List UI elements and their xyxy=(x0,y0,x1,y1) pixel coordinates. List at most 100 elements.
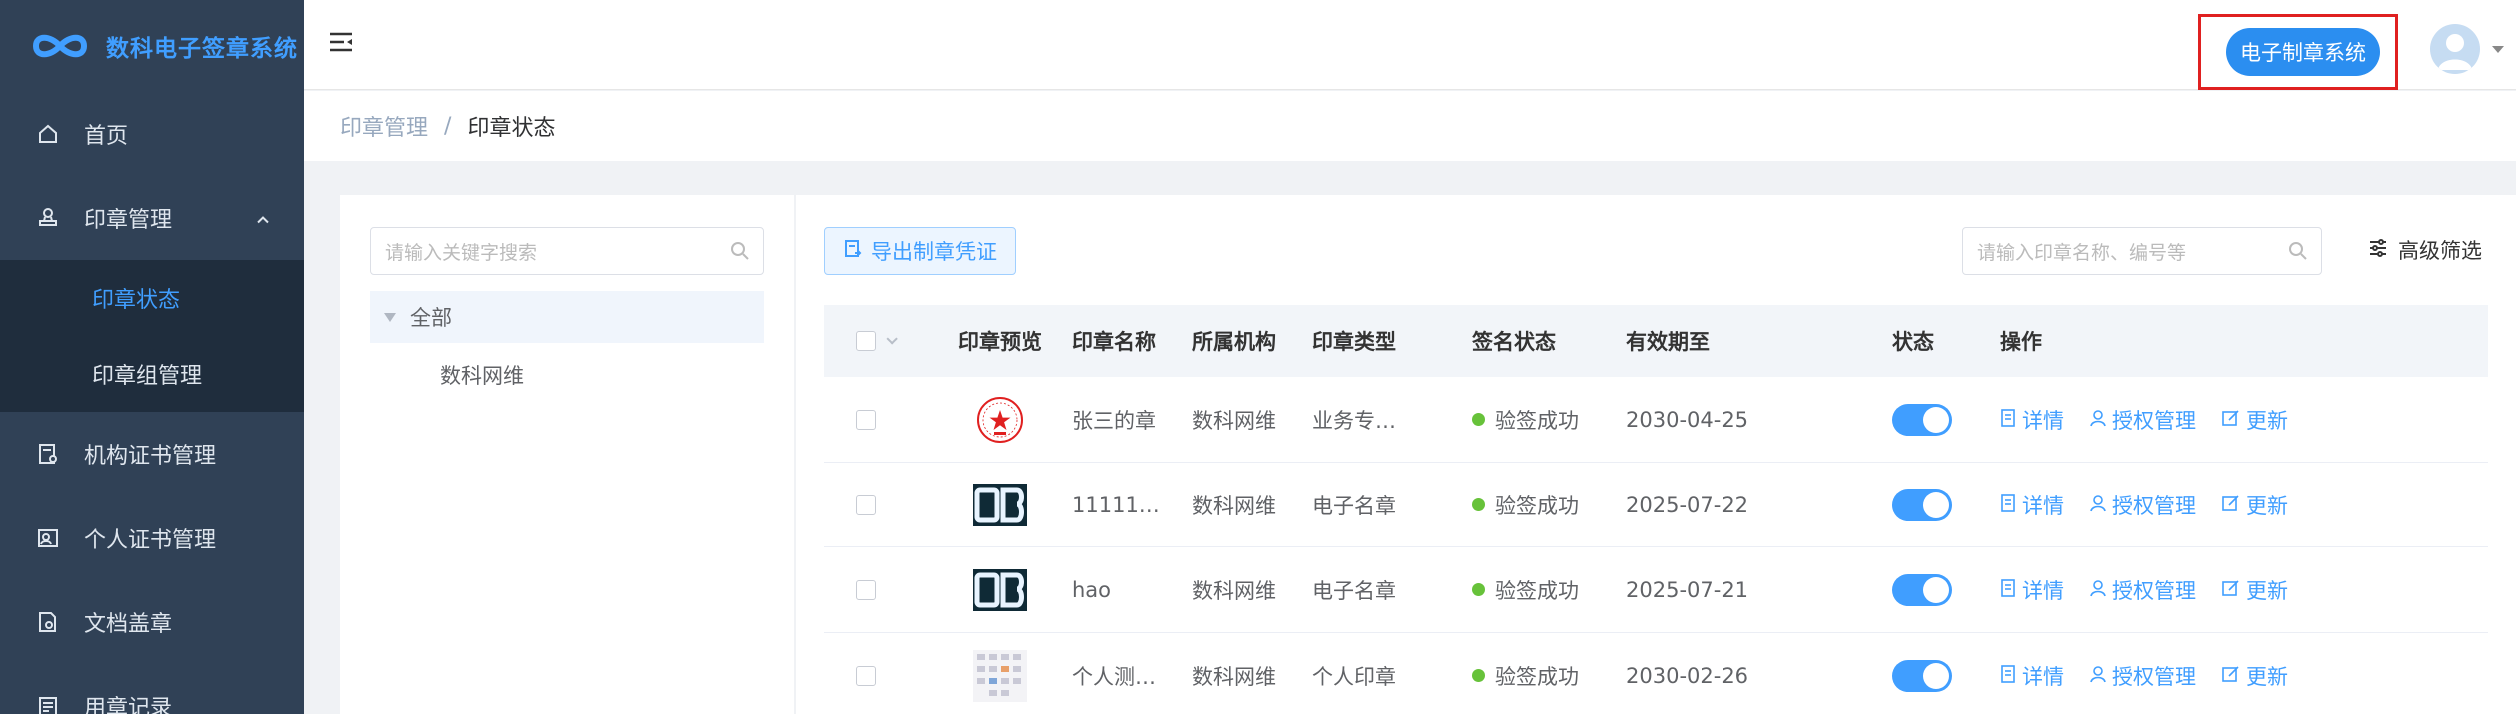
seal-preview[interactable] xyxy=(944,396,1056,444)
search-icon[interactable] xyxy=(729,240,751,267)
row-sign-label: 验签成功 xyxy=(1495,408,1579,433)
auth-link[interactable]: 授权管理 xyxy=(2090,575,2196,605)
row-checkbox[interactable] xyxy=(856,579,876,600)
detail-link[interactable]: 详情 xyxy=(2000,575,2064,605)
chevron-down-icon[interactable] xyxy=(886,333,898,345)
document-icon xyxy=(2000,664,2016,688)
row-checkbox[interactable] xyxy=(856,665,876,686)
sidebar-toggle-icon[interactable] xyxy=(328,30,358,60)
sidebar: 数科电子签章系统 首页 印章管理 印章状态 印章组管理 机构证书管理 个人证书管… xyxy=(0,0,304,714)
sidebar-item-person-cert[interactable]: 个人证书管理 xyxy=(0,496,304,580)
detail-label: 详情 xyxy=(2022,408,2064,433)
seal-preview[interactable] xyxy=(944,566,1056,614)
export-voucher-button[interactable]: 导出制章凭证 xyxy=(824,227,1016,275)
update-label: 更新 xyxy=(2246,664,2288,689)
sidebar-item-stamp-management[interactable]: 印章管理 xyxy=(0,176,304,260)
row-expiry: 2030-02-26 xyxy=(1626,663,1749,688)
sidebar-item-home[interactable]: 首页 xyxy=(0,92,304,176)
tree-node-root[interactable]: 全部 xyxy=(370,291,764,343)
update-link[interactable]: 更新 xyxy=(2222,661,2288,691)
update-label: 更新 xyxy=(2246,578,2288,603)
row-sign-label: 验签成功 xyxy=(1495,578,1579,603)
seal-preview[interactable] xyxy=(944,481,1056,529)
status-toggle[interactable] xyxy=(1892,573,1952,606)
search-icon[interactable] xyxy=(2287,240,2309,267)
sidebar-item-label: 首页 xyxy=(84,124,129,149)
stamp-search-input[interactable]: 请输入印章名称、编号等 xyxy=(1962,227,2322,275)
status-toggle[interactable] xyxy=(1892,488,1952,521)
row-sign-label: 验签成功 xyxy=(1495,493,1579,518)
avatar[interactable] xyxy=(2430,24,2480,74)
auth-link[interactable]: 授权管理 xyxy=(2090,490,2196,520)
auth-link[interactable]: 授权管理 xyxy=(2090,405,2196,435)
grid-seal-icon xyxy=(972,649,1028,702)
update-link[interactable]: 更新 xyxy=(2222,405,2288,435)
status-toggle[interactable] xyxy=(1892,659,1952,692)
round-red-seal-icon xyxy=(972,396,1028,444)
stamp-submenu: 印章状态 印章组管理 xyxy=(0,260,304,412)
top-header: 电子制章系统 xyxy=(304,0,2516,90)
tree-search-placeholder: 请输入关键字搜索 xyxy=(385,241,538,264)
status-dot xyxy=(1472,498,1485,511)
detail-link[interactable]: 详情 xyxy=(2000,490,2064,520)
sidebar-item-usage-record[interactable]: 用章记录 xyxy=(0,664,304,714)
person-cert-icon xyxy=(34,524,62,552)
table-row: hao 数科网维 电子名章 验签成功 2025-07-21 详情 授权管理 更新 xyxy=(824,547,2488,633)
detail-link[interactable]: 详情 xyxy=(2000,405,2064,435)
row-ops: 详情 授权管理 更新 xyxy=(1984,575,2488,605)
header-expiry: 有效期至 xyxy=(1626,330,1710,354)
update-link[interactable]: 更新 xyxy=(2222,575,2288,605)
filter-sliders-icon xyxy=(2368,238,2388,262)
seal-preview[interactable] xyxy=(944,649,1056,702)
logo[interactable]: 数科电子签章系统 xyxy=(0,0,304,92)
caret-down-icon[interactable] xyxy=(384,312,396,322)
row-checkbox[interactable] xyxy=(856,494,876,515)
tree-search-input[interactable]: 请输入关键字搜索 xyxy=(370,227,764,275)
dark-logo-seal-icon xyxy=(972,566,1028,614)
advanced-filter-button[interactable]: 高级筛选 xyxy=(2368,235,2482,265)
row-name: 个人测… xyxy=(1072,664,1156,689)
breadcrumb-separator: / xyxy=(444,113,452,139)
sidebar-item-stamp-status[interactable]: 印章状态 xyxy=(0,260,304,336)
auth-label: 授权管理 xyxy=(2112,493,2196,518)
org-cert-icon xyxy=(34,440,62,468)
detail-link[interactable]: 详情 xyxy=(2000,661,2064,691)
row-name: hao xyxy=(1072,577,1112,602)
row-org: 数科网维 xyxy=(1192,664,1276,689)
header-status: 状态 xyxy=(1892,330,1934,354)
row-sign-status: 验签成功 xyxy=(1456,490,1610,520)
user-icon xyxy=(2090,578,2106,602)
status-toggle[interactable] xyxy=(1892,403,1952,436)
table-row: 个人测… 数科网维 个人印章 验签成功 2030-02-26 详情 授权管理 更… xyxy=(824,633,2488,714)
status-dot xyxy=(1472,583,1485,596)
row-select xyxy=(824,579,944,600)
row-status xyxy=(1892,573,1984,606)
update-label: 更新 xyxy=(2246,493,2288,518)
detail-label: 详情 xyxy=(2022,493,2064,518)
advanced-filter-label: 高级筛选 xyxy=(2398,239,2482,263)
row-ops: 详情 授权管理 更新 xyxy=(1984,661,2488,691)
auth-label: 授权管理 xyxy=(2112,664,2196,689)
sidebar-item-org-cert[interactable]: 机构证书管理 xyxy=(0,412,304,496)
user-icon xyxy=(2090,493,2106,517)
avatar-dropdown-icon[interactable] xyxy=(2492,46,2504,53)
update-link[interactable]: 更新 xyxy=(2222,490,2288,520)
auth-label: 授权管理 xyxy=(2112,578,2196,603)
sidebar-item-stamp-group[interactable]: 印章组管理 xyxy=(0,336,304,412)
row-status xyxy=(1892,659,1984,692)
auth-link[interactable]: 授权管理 xyxy=(2090,661,2196,691)
select-all-checkbox[interactable] xyxy=(856,331,876,351)
row-type: 电子名章 xyxy=(1312,493,1396,518)
row-type: 电子名章 xyxy=(1312,578,1396,603)
select-all xyxy=(824,331,944,351)
row-checkbox[interactable] xyxy=(856,409,876,430)
auth-label: 授权管理 xyxy=(2112,408,2196,433)
e-seal-system-button[interactable]: 电子制章系统 xyxy=(2226,28,2380,76)
header-type: 印章类型 xyxy=(1312,330,1396,354)
breadcrumb-parent[interactable]: 印章管理 xyxy=(340,110,428,142)
row-name: 张三的章 xyxy=(1072,408,1156,433)
header-preview: 印章预览 xyxy=(958,330,1042,354)
tree-node-child[interactable]: 数科网维 xyxy=(440,353,524,397)
row-select xyxy=(824,665,944,686)
sidebar-item-doc-stamp[interactable]: 文档盖章 xyxy=(0,580,304,664)
